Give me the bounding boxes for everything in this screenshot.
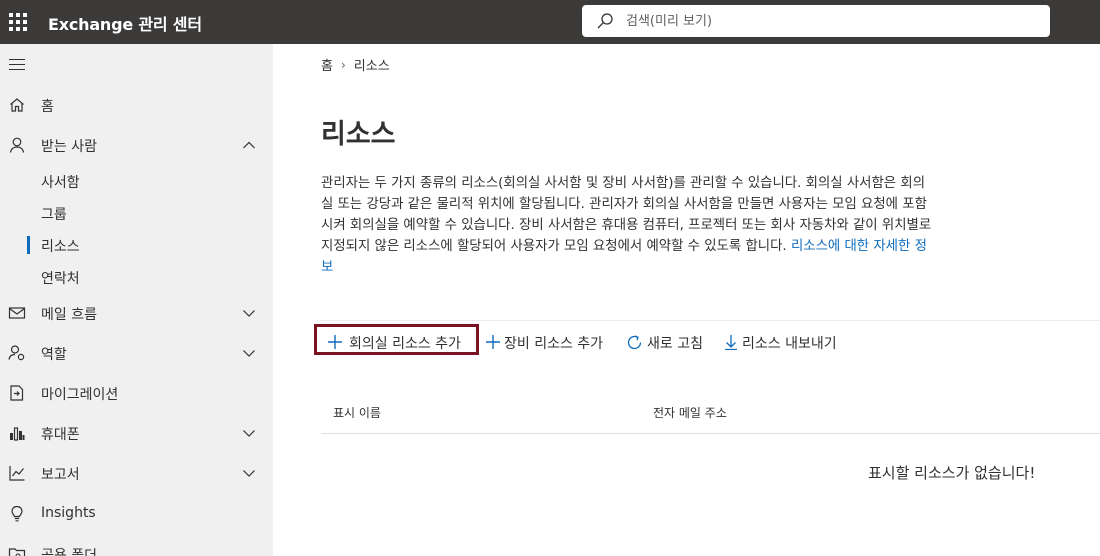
lightbulb-icon — [11, 505, 23, 522]
reports-icon — [9, 466, 25, 481]
search-box[interactable] — [582, 5, 1050, 37]
add-icon — [486, 335, 500, 349]
chevron-down-icon[interactable] — [242, 426, 256, 440]
nav-item-label: 역할 — [41, 347, 67, 363]
column-header-email-address[interactable]: 전자 메일 주소 — [653, 404, 727, 421]
sidebar-subitem-mailboxes[interactable]: 사서함 — [0, 166, 273, 196]
nav-item-label: 받는 사람 — [41, 139, 97, 155]
nav-item-label: 메일 흐름 — [41, 307, 97, 323]
divider — [321, 320, 1100, 321]
nav-item-label: 휴대폰 — [41, 427, 80, 443]
breadcrumb-home[interactable]: 홈 — [321, 55, 333, 74]
chevron-down-icon[interactable] — [242, 306, 256, 320]
sidebar-subitem-resources[interactable]: 리소스 — [0, 230, 273, 260]
sidebar: 홈 받는 사람 사서함 그룹 리소스 연락처 메일 흐름 역할 마이그레이션 휴… — [0, 44, 273, 556]
breadcrumb: 홈 › 리소스 — [321, 55, 390, 75]
nav-item-label: 보고서 — [41, 467, 80, 483]
add-equipment-resource-button[interactable]: 장비 리소스 추가 — [485, 330, 615, 356]
nav-item-mail-flow[interactable]: 메일 흐름 — [0, 295, 273, 331]
menu-toggle-icon[interactable] — [9, 59, 25, 73]
folder-icon — [8, 548, 26, 556]
sidebar-subitem-contacts[interactable]: 연락처 — [0, 262, 273, 292]
download-icon — [725, 335, 737, 350]
nav-item-home[interactable]: 홈 — [0, 87, 273, 123]
search-input[interactable] — [626, 9, 1026, 33]
nav-item-insights[interactable]: Insights — [0, 496, 273, 532]
chevron-down-icon[interactable] — [242, 466, 256, 480]
refresh-label: 새로 고침 — [647, 336, 703, 352]
subitem-label: 리소스 — [41, 239, 80, 255]
active-indicator — [27, 236, 30, 254]
subitem-label: 연락처 — [41, 271, 80, 287]
nav-item-migration[interactable]: 마이그레이션 — [0, 375, 273, 411]
search-icon — [597, 13, 613, 29]
nav-item-reports[interactable]: 보고서 — [0, 455, 273, 491]
export-label: 리소스 내보내기 — [742, 336, 837, 352]
refresh-button[interactable]: 새로 고침 — [626, 330, 712, 356]
nav-item-recipients[interactable]: 받는 사람 — [0, 127, 273, 163]
app-launcher-icon[interactable] — [7, 11, 29, 33]
app-title[interactable]: Exchange 관리 센터 — [48, 11, 202, 35]
refresh-icon — [627, 335, 642, 350]
nav-item-roles[interactable]: 역할 — [0, 335, 273, 371]
add-icon — [328, 335, 342, 349]
migration-icon — [10, 385, 24, 401]
nav-item-label: Insights — [41, 505, 96, 521]
roles-icon — [8, 345, 25, 361]
sidebar-subitem-groups[interactable]: 그룹 — [0, 198, 273, 228]
home-icon — [10, 98, 24, 112]
table-header-divider — [321, 433, 1100, 434]
subitem-label: 사서함 — [41, 175, 80, 191]
column-header-display-name[interactable]: 표시 이름 — [333, 404, 381, 421]
nav-item-label: 공용 폴더 — [41, 548, 97, 556]
nav-item-mobile[interactable]: 휴대폰 — [0, 415, 273, 451]
top-bar: Exchange 관리 센터 — [0, 0, 1100, 44]
chevron-up-icon[interactable] — [242, 138, 256, 152]
chevron-down-icon[interactable] — [242, 346, 256, 360]
mail-icon — [8, 307, 26, 319]
mobile-icon — [10, 427, 25, 441]
add-room-resource-button[interactable]: 회의실 리소스 추가 — [327, 330, 475, 356]
empty-state-message: 표시할 리소스가 없습니다! — [868, 464, 1036, 482]
add-equipment-label: 장비 리소스 추가 — [504, 336, 604, 352]
nav-item-public-folders[interactable]: 공용 폴더 — [0, 536, 273, 556]
breadcrumb-chevron-icon: › — [340, 57, 346, 72]
breadcrumb-current: 리소스 — [353, 59, 390, 74]
person-icon — [9, 137, 25, 153]
nav-item-label: 마이그레이션 — [41, 387, 119, 403]
export-resources-button[interactable]: 리소스 내보내기 — [723, 330, 848, 356]
page-title: 리소스 — [321, 119, 396, 150]
nav-item-label: 홈 — [41, 99, 54, 115]
subitem-label: 그룹 — [41, 207, 67, 223]
add-room-label: 회의실 리소스 추가 — [349, 336, 461, 352]
page-description: 관리자는 두 가지 종류의 리소스(회의실 사서함 및 장비 사서함)를 관리할… — [321, 173, 936, 278]
